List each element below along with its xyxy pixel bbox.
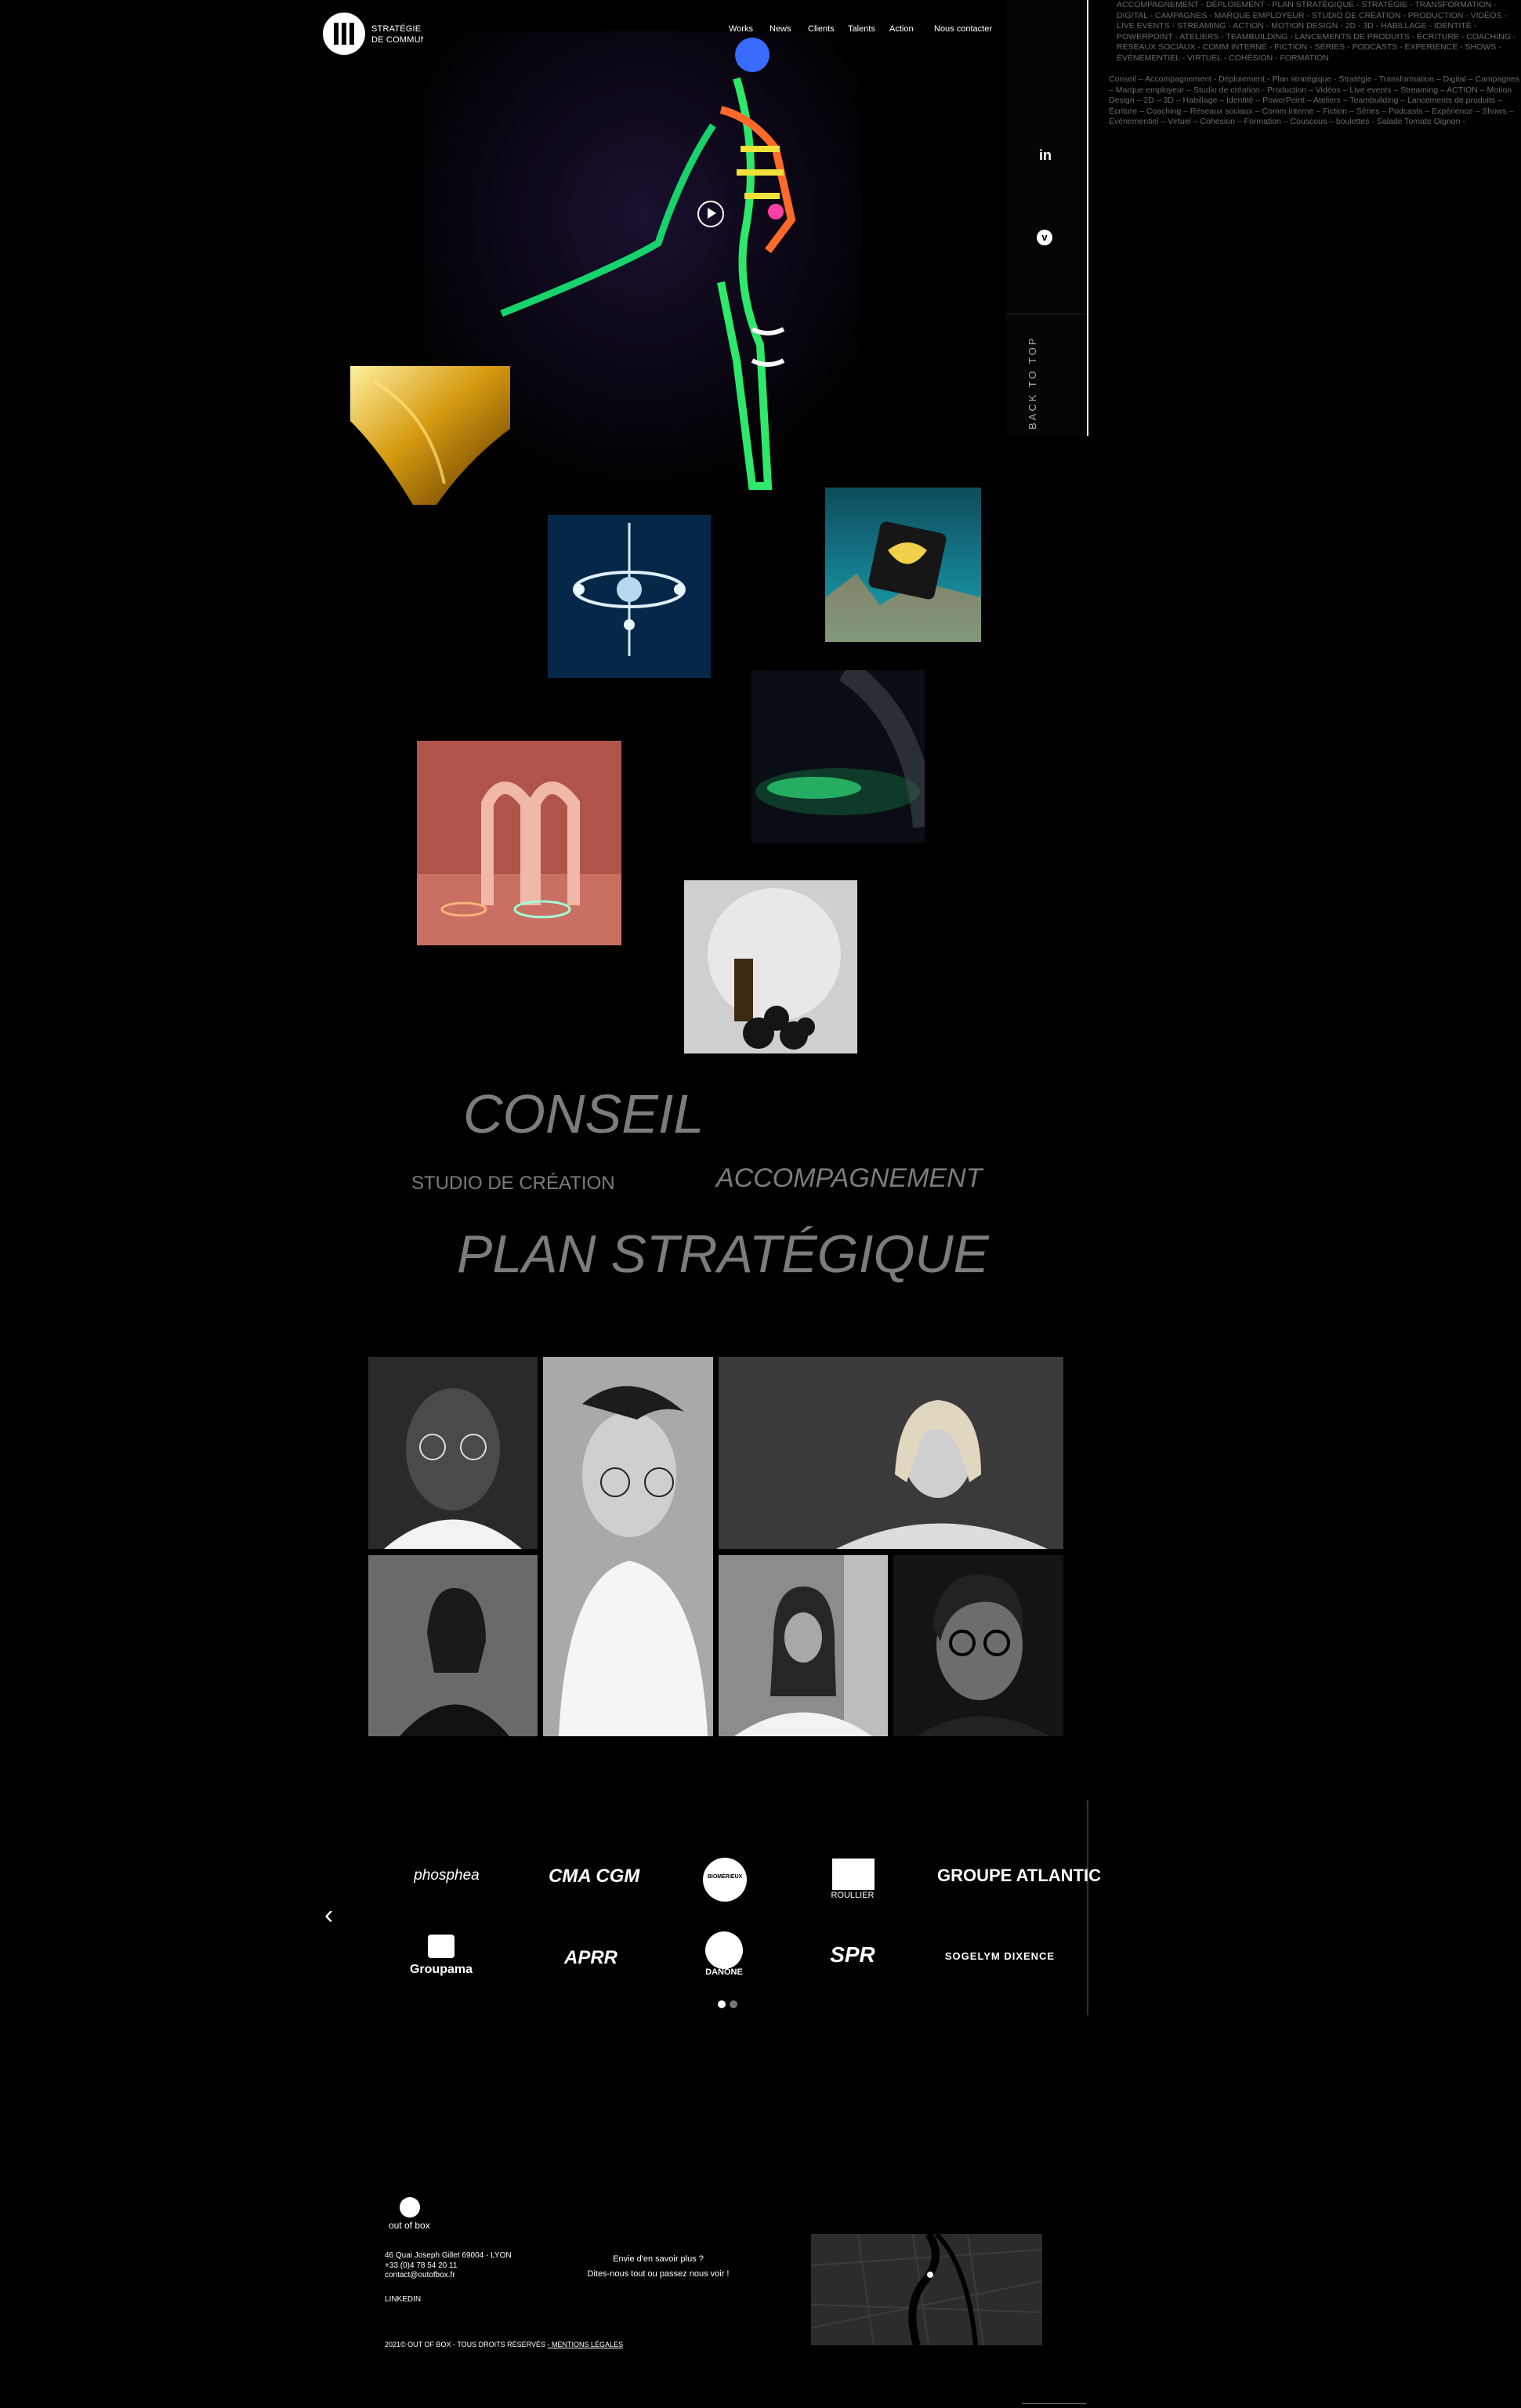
client-logo-sogelym-dixence: SOGELYM DIXENCE xyxy=(944,1950,1056,1962)
nav-action[interactable]: Action xyxy=(889,24,914,34)
word-studio: STUDIO DE CRÉATION xyxy=(411,1173,615,1194)
clients-divider xyxy=(1087,1800,1088,2015)
footer-address: 46 Quai Joseph Gillet 69004 - LYON xyxy=(385,2251,512,2260)
footer-cta: Envie d'en savoir plus ? Dites-nous tout… xyxy=(564,2252,752,2282)
client-logo-roullier-mark xyxy=(832,1859,875,1890)
sidebar-divider xyxy=(1087,0,1088,436)
gold-fabric-image[interactable] xyxy=(350,366,510,505)
client-logo-biomerieux: BIOMÉRIEUX xyxy=(707,1874,743,1880)
client-logo-spr: SPR xyxy=(830,1942,875,1967)
portrait-woman-curly-hair[interactable] xyxy=(719,1555,888,1736)
client-logo-aprr: APRR xyxy=(563,1947,617,1968)
portrait-man-beard[interactable] xyxy=(893,1555,1063,1736)
linkedin-icon[interactable]: in xyxy=(1036,147,1055,166)
keywords-uppercase: ACCOMPAGNEMENT - DÉPLOIEMENT - PLAN STRA… xyxy=(1117,0,1516,63)
nav-contact[interactable]: Nous contacter xyxy=(934,24,992,34)
footer-cta-line-2[interactable]: Dites-nous tout ou passez nous voir ! xyxy=(564,2267,752,2282)
social-sidebar xyxy=(1006,0,1086,436)
spaceship-render-image[interactable] xyxy=(548,515,711,678)
client-logo-roullier: ROULLIER xyxy=(831,1891,875,1900)
footer-logo-text: out of box xyxy=(389,2220,430,2231)
spheres-render-image[interactable] xyxy=(684,880,857,1054)
carousel-dot-2[interactable] xyxy=(730,2000,737,2008)
portrait-woman-white-shirt[interactable] xyxy=(543,1357,713,1736)
arches-render-image[interactable] xyxy=(417,741,621,945)
client-logo-groupe-atlantic: GROUPE ATLANTIC xyxy=(937,1866,1101,1885)
particles-render-image[interactable] xyxy=(751,670,925,843)
client-logo-danone: DANONE xyxy=(705,1967,743,1977)
back-to-top-link[interactable]: BACK TO TOP xyxy=(1027,336,1038,430)
client-logo-biomerieux-badge xyxy=(703,1858,747,1902)
footer-mentions-legales-link[interactable]: - MENTIONS LÉGALES xyxy=(548,2341,624,2348)
footer-email[interactable]: contact@outofbox.fr xyxy=(385,2271,512,2281)
client-logo-cma-cgm: CMA CGM xyxy=(549,1866,640,1887)
word-accompagnement: ACCOMPAGNEMENT xyxy=(716,1163,983,1193)
word-plan-strategique: PLAN STRATÉGIQUE xyxy=(457,1224,989,1284)
portrait-man-glasses[interactable] xyxy=(368,1357,538,1549)
word-conseil: CONSEIL xyxy=(463,1083,704,1144)
bottom-divider xyxy=(1022,2403,1086,2404)
chevron-left-icon[interactable]: ‹ xyxy=(324,1902,333,1928)
play-video-icon[interactable] xyxy=(697,201,724,227)
carousel-dot-1[interactable] xyxy=(718,2000,726,2008)
footer-copyright: 2021© OUT OF BOX - TOUS DROITS RÉSERVÉS xyxy=(385,2341,546,2348)
vimeo-icon[interactable]: v xyxy=(1037,230,1052,245)
footer-map[interactable] xyxy=(811,2234,1042,2345)
footer-cta-line-1: Envie d'en savoir plus ? xyxy=(613,2254,704,2264)
client-logo-groupama: Groupama xyxy=(409,1963,473,1976)
footer-copyright-bar: 2021© OUT OF BOX - TOUS DROITS RÉSERVÉS … xyxy=(385,2341,623,2348)
portrait-blonde-woman[interactable] xyxy=(719,1357,1063,1549)
portrait-woman-dark-top[interactable] xyxy=(368,1555,538,1736)
footer-phone[interactable]: +33 (0)4 78 54 20 11 xyxy=(385,2261,512,2272)
footer-linkedin-link[interactable]: LINKEDIN xyxy=(385,2295,421,2305)
keywords-lowercase: Conseil – Accompagnement - Déploiement -… xyxy=(1109,74,1520,126)
keywords-block: ACCOMPAGNEMENT - DÉPLOIEMENT - PLAN STRA… xyxy=(1109,0,1520,128)
client-logo-groupama-mark xyxy=(428,1935,454,1958)
brand-logo[interactable] xyxy=(323,13,365,55)
footer-logo-icon xyxy=(400,2197,420,2218)
webhelp-render-image[interactable] xyxy=(825,488,981,642)
footer-contact: 46 Quai Joseph Gillet 69004 - LYON +33 (… xyxy=(385,2251,512,2281)
client-logo-danone-mark xyxy=(705,1931,743,1969)
client-logo-phosphea: phosphea xyxy=(414,1867,480,1884)
